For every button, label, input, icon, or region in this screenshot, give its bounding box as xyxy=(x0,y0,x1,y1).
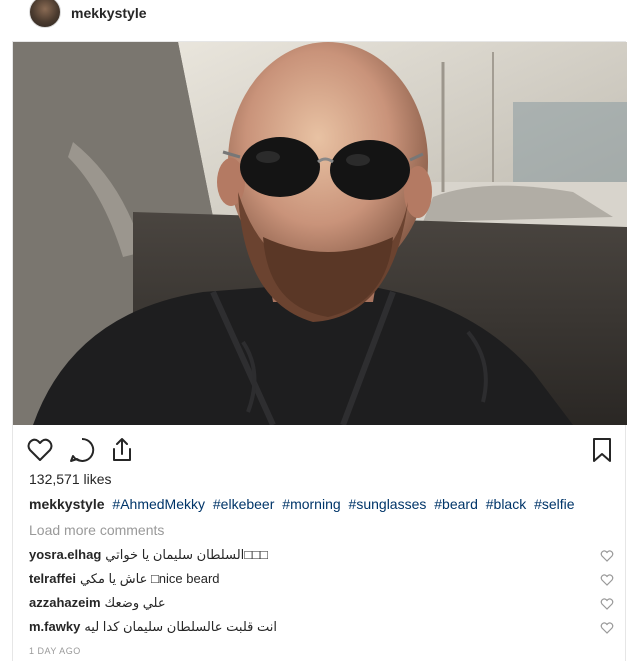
action-bar xyxy=(26,436,616,464)
load-more-comments-link[interactable]: Load more comments xyxy=(29,522,164,538)
hashtag[interactable]: #selfie xyxy=(534,496,574,512)
post-timestamp: 1 DAY AGO xyxy=(29,646,81,656)
comment-icon[interactable] xyxy=(68,436,96,464)
comment-text: عاش يا مكي □nice beard xyxy=(79,571,220,586)
comment-heart-icon[interactable] xyxy=(600,573,614,587)
hashtag[interactable]: #AhmedMekky xyxy=(112,496,205,512)
comment-username[interactable]: m.fawky xyxy=(29,619,80,634)
comment-text: السلطان سليمان يا خواتي□□□ xyxy=(105,547,268,562)
comment-row: azzahazeim علي وضعك xyxy=(29,595,614,615)
avatar[interactable] xyxy=(29,0,61,28)
caption-username[interactable]: mekkystyle xyxy=(29,496,105,512)
hashtag[interactable]: #elkebeer xyxy=(213,496,275,512)
hashtag[interactable]: #sunglasses xyxy=(349,496,427,512)
comment-text: علي وضعك xyxy=(104,595,166,610)
heart-icon[interactable] xyxy=(26,436,54,464)
like-count[interactable]: 132,571 likes xyxy=(29,471,112,487)
post-header: mekkystyle xyxy=(0,0,639,38)
header-username[interactable]: mekkystyle xyxy=(71,5,147,21)
comment-username[interactable]: yosra.elhag xyxy=(29,547,101,562)
comment-heart-icon[interactable] xyxy=(600,549,614,563)
share-icon[interactable] xyxy=(108,436,136,464)
hashtag[interactable]: #beard xyxy=(434,496,478,512)
caption: mekkystyle #AhmedMekky #elkebeer #mornin… xyxy=(29,496,579,512)
hashtag[interactable]: #black xyxy=(486,496,526,512)
comment-text: انت قلبت عالسلطان سليمان كدا ليه xyxy=(84,619,277,634)
comment-row: m.fawky انت قلبت عالسلطان سليمان كدا ليه xyxy=(29,619,614,639)
photo-image xyxy=(13,42,627,425)
comment-row: telraffei عاش يا مكي □nice beard xyxy=(29,571,614,591)
comment-username[interactable]: telraffei xyxy=(29,571,76,586)
comment-heart-icon[interactable] xyxy=(600,621,614,635)
comment-username[interactable]: azzahazeim xyxy=(29,595,101,610)
post-photo[interactable] xyxy=(13,42,627,425)
bookmark-icon[interactable] xyxy=(588,436,616,464)
hashtag[interactable]: #morning xyxy=(282,496,340,512)
comment-heart-icon[interactable] xyxy=(600,597,614,611)
comment-row: yosra.elhag السلطان سليمان يا خواتي□□□ xyxy=(29,547,614,567)
